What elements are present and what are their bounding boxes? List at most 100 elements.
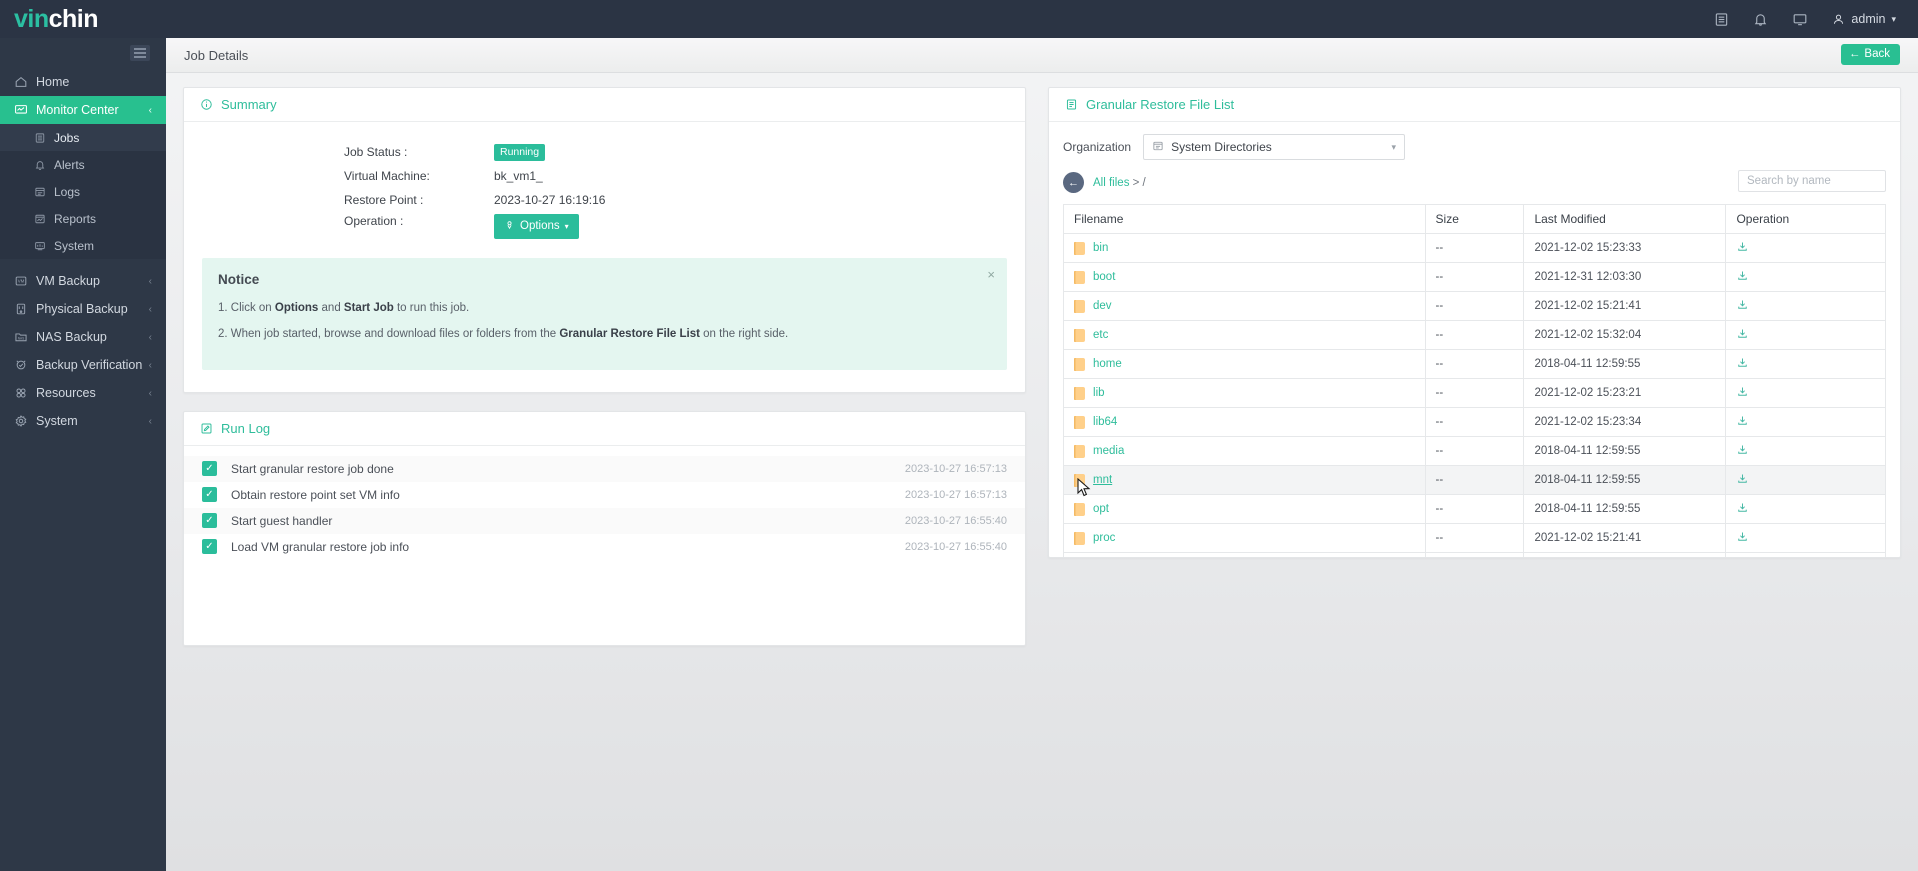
table-row[interactable]: root -- 2023-01-10 17:02:49 xyxy=(1063,552,1886,557)
column-filename[interactable]: Filename xyxy=(1063,204,1426,234)
column-last-modified[interactable]: Last Modified xyxy=(1523,204,1727,234)
user-menu[interactable]: admin ▾ xyxy=(1832,12,1896,26)
sidebar-item-backup-verification[interactable]: Backup Verification ‹ xyxy=(0,351,166,379)
folder-icon xyxy=(1074,415,1086,429)
download-icon[interactable] xyxy=(1736,327,1749,340)
sidebar-label-nas-backup: NAS Backup xyxy=(36,330,107,344)
table-row[interactable]: lib64 -- 2021-12-02 15:23:34 xyxy=(1063,407,1886,437)
file-name-link[interactable]: dev xyxy=(1093,300,1112,312)
column-size[interactable]: Size xyxy=(1424,204,1525,234)
download-icon[interactable] xyxy=(1736,443,1749,456)
summary-row-restore-point: Restore Point : 2023-10-27 16:19:16 xyxy=(184,188,1025,212)
list-icon[interactable] xyxy=(1714,12,1729,27)
sidebar-item-monitor-center[interactable]: Monitor Center ‹ xyxy=(0,96,166,124)
file-name-link[interactable]: mnt xyxy=(1093,474,1112,486)
file-table-header-row: Filename Size Last Modified Operation xyxy=(1063,204,1886,234)
resources-icon xyxy=(14,386,36,400)
sidebar-item-vm-backup[interactable]: VM VM Backup ‹ xyxy=(0,267,166,295)
table-row[interactable]: mnt -- 2018-04-11 12:59:55 xyxy=(1063,465,1886,495)
folder-icon xyxy=(1074,241,1086,255)
summary-key-virtual-machine: Virtual Machine: xyxy=(344,169,430,183)
download-icon[interactable] xyxy=(1736,501,1749,514)
table-row[interactable]: dev -- 2021-12-02 15:21:41 xyxy=(1063,291,1886,321)
monitor-icon[interactable] xyxy=(1792,12,1808,27)
file-table-wrapper[interactable]: Filename Size Last Modified Operation bi… xyxy=(1063,204,1886,557)
sidebar-item-system-status[interactable]: System xyxy=(0,232,166,259)
file-name-link[interactable]: lib64 xyxy=(1093,416,1117,428)
organization-select[interactable]: System Directories ▾ xyxy=(1143,134,1406,160)
sidebar-label-resources: Resources xyxy=(36,386,96,400)
download-icon[interactable] xyxy=(1736,414,1749,427)
sidebar-item-logs[interactable]: Logs xyxy=(0,178,166,205)
file-name-link[interactable]: etc xyxy=(1093,329,1108,341)
download-icon[interactable] xyxy=(1736,269,1749,282)
table-row[interactable]: lib -- 2021-12-02 15:23:21 xyxy=(1063,378,1886,408)
sidebar-collapse-toggle[interactable] xyxy=(0,38,166,68)
table-row[interactable]: opt -- 2018-04-11 12:59:55 xyxy=(1063,494,1886,524)
page-title: Job Details xyxy=(184,47,249,63)
cell-filename: lib xyxy=(1063,378,1426,408)
chevron-left-icon-sys: ‹ xyxy=(148,415,152,427)
run-log-body: ✓ Start granular restore job done 2023-1… xyxy=(184,446,1026,560)
notice-line1-pre: 1. Click on xyxy=(218,302,275,314)
table-row[interactable]: bin -- 2021-12-02 15:23:33 xyxy=(1063,233,1886,263)
summary-key-job-status: Job Status : xyxy=(344,145,408,159)
edit-icon xyxy=(200,422,213,435)
arrow-left-icon: ← xyxy=(1848,48,1861,60)
navigate-up-button[interactable]: ← xyxy=(1063,172,1085,193)
sidebar-item-reports[interactable]: Reports xyxy=(0,205,166,232)
table-row[interactable]: etc -- 2021-12-02 15:32:04 xyxy=(1063,320,1886,350)
download-icon[interactable] xyxy=(1736,298,1749,311)
home-icon xyxy=(14,75,36,89)
summary-value-operation: Options ▾ xyxy=(494,214,579,239)
folder-icon xyxy=(1074,386,1086,400)
sidebar-item-home[interactable]: Home xyxy=(0,68,166,96)
summary-value-restore-point: 2023-10-27 16:19:16 xyxy=(494,193,606,207)
options-button[interactable]: Options ▾ xyxy=(494,214,579,239)
file-name-link[interactable]: lib xyxy=(1093,387,1105,399)
top-bar: vinchin admin ▾ xyxy=(0,0,1918,38)
cell-last-modified: 2018-04-11 12:59:55 xyxy=(1523,465,1727,495)
table-row[interactable]: proc -- 2021-12-02 15:21:41 xyxy=(1063,523,1886,553)
sidebar-item-nas-backup[interactable]: NAS NAS Backup ‹ xyxy=(0,323,166,351)
sidebar-item-system[interactable]: System ‹ xyxy=(0,407,166,435)
table-row[interactable]: boot -- 2021-12-31 12:03:30 xyxy=(1063,262,1886,292)
organization-row: Organization System Directories ▾ xyxy=(1063,134,1886,160)
granular-body: Organization System Directories ▾ ← All … xyxy=(1049,122,1900,557)
table-row[interactable]: media -- 2018-04-11 12:59:55 xyxy=(1063,436,1886,466)
file-name-link[interactable]: media xyxy=(1093,445,1124,457)
cell-last-modified: 2018-04-11 12:59:55 xyxy=(1523,349,1727,379)
search-input[interactable] xyxy=(1738,170,1886,192)
sidebar-item-physical-backup[interactable]: Physical Backup ‹ xyxy=(0,295,166,323)
file-name-link[interactable]: boot xyxy=(1093,271,1115,283)
cell-last-modified: 2021-12-02 15:23:33 xyxy=(1523,233,1727,263)
svg-text:VM: VM xyxy=(18,279,25,284)
breadcrumb-all-files[interactable]: All files xyxy=(1093,177,1129,189)
back-button[interactable]: ← Back xyxy=(1840,44,1900,65)
file-name-link[interactable]: opt xyxy=(1093,503,1109,515)
download-icon[interactable] xyxy=(1736,530,1749,543)
cell-operation xyxy=(1725,262,1886,292)
cell-filename: proc xyxy=(1063,523,1426,553)
table-row[interactable]: home -- 2018-04-11 12:59:55 xyxy=(1063,349,1886,379)
system-status-icon xyxy=(34,240,54,252)
file-name-link[interactable]: proc xyxy=(1093,532,1115,544)
download-icon[interactable] xyxy=(1736,240,1749,253)
app-logo[interactable]: vinchin xyxy=(0,0,166,38)
file-name-link[interactable]: home xyxy=(1093,358,1122,370)
summary-row-virtual-machine: Virtual Machine: bk_vm1_ xyxy=(184,164,1025,188)
close-icon[interactable]: × xyxy=(987,268,995,281)
chevron-down-icon-org: ▾ xyxy=(1391,141,1397,152)
chevron-left-icon-bv: ‹ xyxy=(148,359,152,371)
file-name-link[interactable]: bin xyxy=(1093,242,1108,254)
download-icon[interactable] xyxy=(1736,472,1749,485)
sidebar-item-jobs[interactable]: Jobs xyxy=(0,124,166,151)
download-icon[interactable] xyxy=(1736,385,1749,398)
sidebar-item-resources[interactable]: Resources ‹ xyxy=(0,379,166,407)
download-icon[interactable] xyxy=(1736,356,1749,369)
right-column: Granular Restore File List Organization … xyxy=(1048,87,1901,646)
cell-last-modified: 2021-12-02 15:32:04 xyxy=(1523,320,1727,350)
sidebar-item-alerts[interactable]: Alerts xyxy=(0,151,166,178)
cell-filename: media xyxy=(1063,436,1426,466)
bell-icon[interactable] xyxy=(1753,12,1768,27)
